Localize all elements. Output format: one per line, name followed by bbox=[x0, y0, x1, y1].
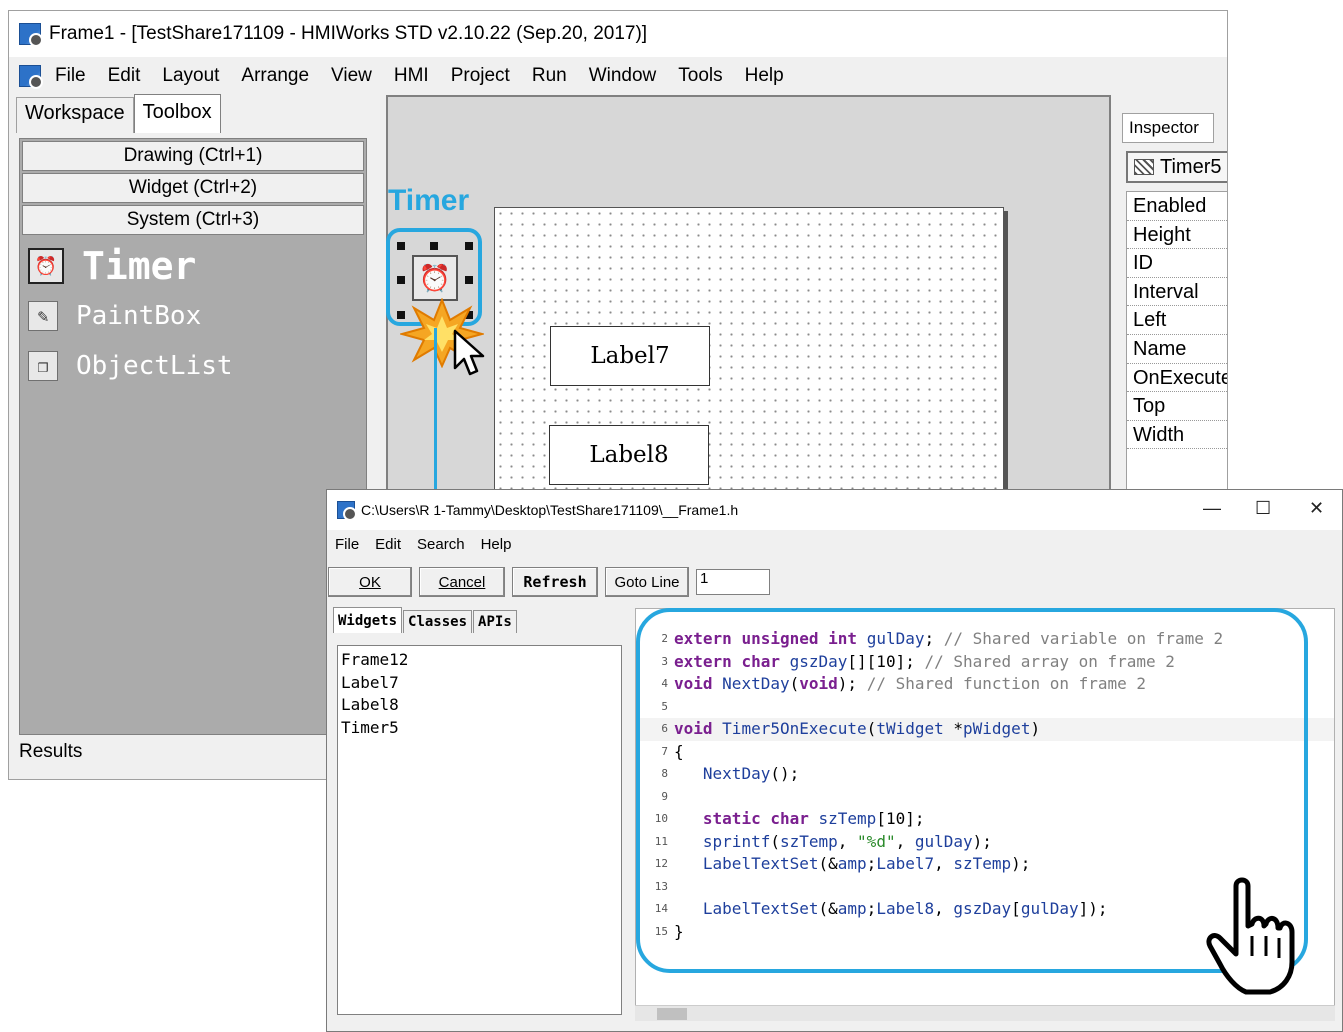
property-onexecute[interactable]: OnExecute bbox=[1127, 364, 1227, 393]
hand-pointer-icon bbox=[1206, 877, 1295, 995]
property-top[interactable]: Top bbox=[1127, 392, 1227, 421]
menu-help[interactable]: Help bbox=[745, 65, 784, 87]
goto-line-button[interactable]: Goto Line bbox=[605, 567, 689, 597]
component-icon bbox=[1134, 159, 1154, 175]
editor-title-bar: C:\Users\R 1-Tammy\Desktop\TestShare1711… bbox=[327, 490, 1342, 530]
hmiworks-app-icon bbox=[337, 501, 357, 521]
menu-edit[interactable]: Edit bbox=[108, 65, 141, 87]
ok-button[interactable]: OK bbox=[328, 567, 412, 597]
property-left[interactable]: Left bbox=[1127, 306, 1227, 335]
list-item[interactable]: Frame12 bbox=[341, 649, 618, 672]
objectlist-icon: ❐ bbox=[28, 351, 58, 381]
property-name[interactable]: Name bbox=[1127, 335, 1227, 364]
menu-layout[interactable]: Layout bbox=[162, 65, 219, 87]
window-menu-icon[interactable] bbox=[19, 65, 43, 89]
inspector-object-selector[interactable]: Timer5 bbox=[1126, 151, 1227, 183]
hmiworks-app-icon bbox=[19, 23, 43, 47]
tab-workspace[interactable]: Workspace bbox=[16, 97, 134, 133]
tab-toolbox[interactable]: Toolbox bbox=[133, 94, 221, 133]
property-width[interactable]: Width bbox=[1127, 421, 1227, 450]
timer-callout-label: Timer bbox=[388, 184, 470, 217]
editor-menubar: File Edit Search Help bbox=[327, 530, 1342, 558]
menu-window[interactable]: Window bbox=[589, 65, 657, 87]
toolbox-item-label: PaintBox bbox=[76, 301, 202, 331]
inspector-object-name: Timer5 bbox=[1160, 156, 1222, 178]
selection-handle[interactable] bbox=[397, 242, 405, 250]
main-window-title: Frame1 - [TestShare171109 - HMIWorks STD… bbox=[49, 23, 648, 44]
editor-menu-file[interactable]: File bbox=[335, 536, 359, 553]
goto-line-input[interactable]: 1 bbox=[696, 569, 770, 595]
tab-apis[interactable]: APIs bbox=[473, 610, 517, 633]
minimize-icon[interactable]: — bbox=[1203, 498, 1221, 519]
category-widget-button[interactable]: Widget (Ctrl+2) bbox=[22, 173, 364, 203]
menu-tools[interactable]: Tools bbox=[678, 65, 722, 87]
close-icon[interactable]: ✕ bbox=[1309, 498, 1324, 519]
tab-widgets[interactable]: Widgets bbox=[333, 607, 403, 633]
toolbox-panel: Drawing (Ctrl+1) Widget (Ctrl+2) System … bbox=[19, 138, 367, 735]
selection-handle[interactable] bbox=[397, 276, 405, 284]
editor-menu-search[interactable]: Search bbox=[417, 536, 465, 553]
mouse-pointer-icon bbox=[453, 329, 485, 376]
toolbox-item-objectlist[interactable]: ❐ ObjectList bbox=[20, 341, 366, 391]
selection-handle[interactable] bbox=[465, 276, 473, 284]
selection-handle[interactable] bbox=[430, 242, 438, 250]
list-item[interactable]: Label8 bbox=[341, 694, 618, 717]
menu-view[interactable]: View bbox=[331, 65, 372, 87]
cancel-button[interactable]: Cancel bbox=[419, 567, 505, 597]
editor-side-tabs: Widgets Classes APIs bbox=[333, 607, 518, 633]
editor-toolbar: OK Cancel Refresh Goto Line 1 bbox=[327, 558, 1342, 606]
toolbox-item-label: Timer bbox=[82, 244, 197, 288]
editor-menu-help[interactable]: Help bbox=[481, 536, 512, 553]
maximize-icon[interactable]: ☐ bbox=[1255, 498, 1271, 519]
results-panel-tab[interactable]: Results bbox=[19, 741, 82, 763]
list-item[interactable]: Timer5 bbox=[341, 717, 618, 740]
refresh-button[interactable]: Refresh bbox=[512, 567, 598, 597]
toolbox-item-timer[interactable]: ⏰ Timer bbox=[20, 241, 366, 291]
list-item[interactable]: Label7 bbox=[341, 672, 618, 695]
property-height[interactable]: Height bbox=[1127, 221, 1227, 250]
menu-arrange[interactable]: Arrange bbox=[241, 65, 309, 87]
menu-file[interactable]: File bbox=[55, 65, 86, 87]
main-title-bar: Frame1 - [TestShare171109 - HMIWorks STD… bbox=[9, 11, 1227, 57]
selection-handle[interactable] bbox=[465, 242, 473, 250]
paintbox-icon: ✎ bbox=[28, 301, 58, 331]
canvas-label8[interactable]: Label8 bbox=[549, 425, 709, 485]
menu-hmi[interactable]: HMI bbox=[394, 65, 429, 87]
left-panel-tabs: Workspace Toolbox bbox=[16, 94, 221, 133]
scrollbar-thumb[interactable] bbox=[657, 1008, 687, 1020]
category-drawing-button[interactable]: Drawing (Ctrl+1) bbox=[22, 141, 364, 171]
menu-project[interactable]: Project bbox=[451, 65, 510, 87]
widget-list: Frame12 Label7 Label8 Timer5 bbox=[337, 645, 622, 1015]
tab-classes[interactable]: Classes bbox=[403, 610, 473, 633]
category-system-button[interactable]: System (Ctrl+3) bbox=[22, 205, 364, 235]
tab-inspector[interactable]: Inspector bbox=[1122, 113, 1214, 143]
timer-widget-on-canvas[interactable]: ⏰ bbox=[412, 255, 458, 301]
timer-icon: ⏰ bbox=[28, 248, 64, 284]
toolbox-item-label: ObjectList bbox=[76, 351, 233, 381]
horizontal-scrollbar[interactable] bbox=[635, 1005, 1335, 1021]
main-menubar: File Edit Layout Arrange View HMI Projec… bbox=[9, 59, 806, 93]
property-enabled[interactable]: Enabled bbox=[1127, 192, 1227, 221]
editor-menu-edit[interactable]: Edit bbox=[375, 536, 401, 553]
property-interval[interactable]: Interval bbox=[1127, 278, 1227, 307]
menu-run[interactable]: Run bbox=[532, 65, 567, 87]
toolbox-item-paintbox[interactable]: ✎ PaintBox bbox=[20, 291, 366, 341]
property-id[interactable]: ID bbox=[1127, 249, 1227, 278]
canvas-label7[interactable]: Label7 bbox=[550, 326, 710, 386]
alarm-clock-icon: ⏰ bbox=[418, 262, 452, 293]
editor-file-path: C:\Users\R 1-Tammy\Desktop\TestShare1711… bbox=[361, 502, 739, 518]
